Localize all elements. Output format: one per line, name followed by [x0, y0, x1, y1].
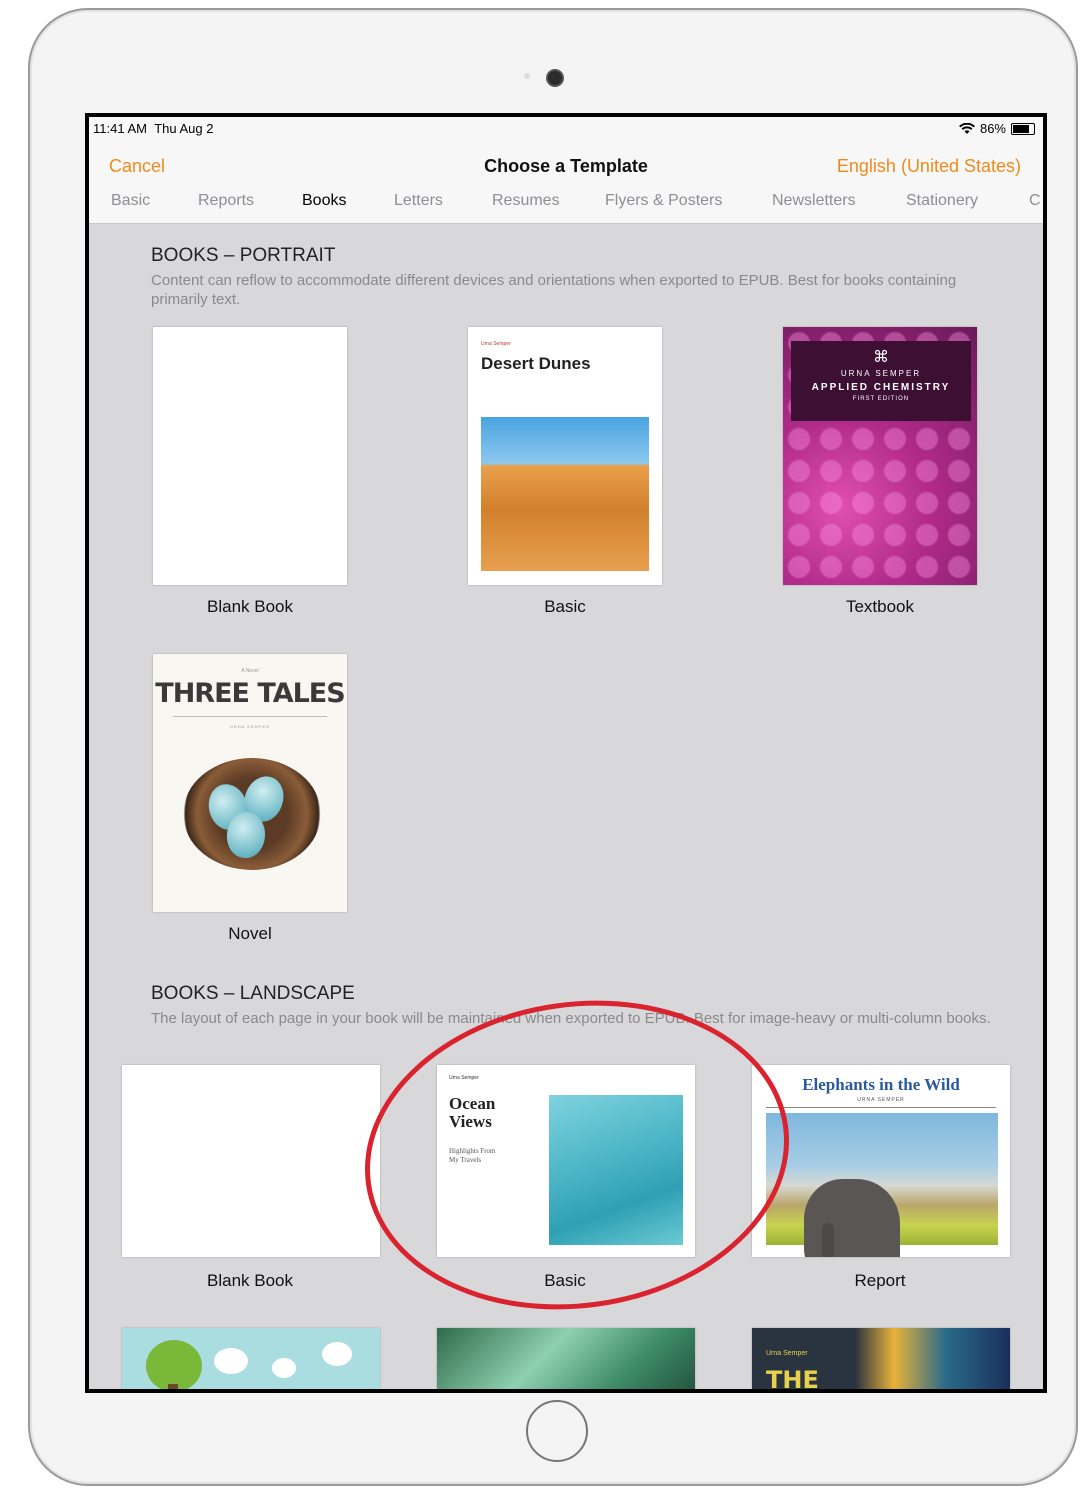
template-novel[interactable]: A Novel THREE TALES URNA SEMPER — [153, 654, 347, 912]
elephant-image — [766, 1113, 998, 1257]
cover-subtitle: A Novel — [241, 668, 259, 674]
status-right: 86% — [958, 121, 1035, 136]
status-bar: 11:41 AM Thu Aug 2 86% — [89, 117, 1043, 141]
flower-shape — [272, 1358, 296, 1378]
sensor-dot — [524, 73, 530, 79]
tab-more[interactable]: C — [1029, 192, 1041, 210]
template-partial-2[interactable] — [437, 1328, 695, 1389]
template-partial-3[interactable]: Urna Semper THE — [752, 1328, 1010, 1393]
status-clock: 11:41 AM — [93, 121, 147, 136]
status-time: 11:41 AM Thu Aug 2 — [93, 121, 213, 136]
tab-stationery[interactable]: Stationery — [906, 192, 978, 210]
template-blank-book-portrait[interactable] — [153, 327, 347, 585]
template-textbook[interactable]: ⌘ URNA SEMPER APPLIED CHEMISTRY FIRST ED… — [783, 327, 977, 585]
screen: 11:41 AM Thu Aug 2 86% Cancel Choose a T… — [85, 113, 1047, 1393]
flower-shape — [214, 1348, 248, 1374]
cover-divider — [173, 716, 327, 717]
cover-title: Elephants in the Wild — [802, 1075, 960, 1094]
template-label: Novel — [228, 924, 272, 943]
cover-subtitle-line: My Travels — [449, 1156, 482, 1164]
tab-letters[interactable]: Letters — [394, 192, 443, 210]
home-button[interactable] — [526, 1400, 588, 1462]
section-desc-landscape: The layout of each page in your book wil… — [151, 1010, 991, 1027]
cover-title: THREE TALES — [155, 678, 345, 709]
cover-author: URNA SEMPER — [840, 369, 922, 378]
language-button[interactable]: English (United States) — [837, 156, 1021, 177]
template-basic-landscape[interactable]: Urna Semper Ocean Views Highlights From … — [437, 1065, 695, 1257]
battery-icon — [1011, 122, 1035, 135]
cover-edition: FIRST EDITION — [852, 396, 910, 402]
section-title-landscape: BOOKS – LANDSCAPE — [151, 983, 355, 1004]
template-partial-1[interactable] — [122, 1328, 380, 1389]
cover-title: Desert Dunes — [481, 354, 591, 373]
cover-title-line: Ocean — [449, 1094, 496, 1113]
tab-newsletters[interactable]: Newsletters — [772, 192, 856, 210]
cover-subtitle-line: Highlights From — [449, 1147, 496, 1155]
battery-percent: 86% — [979, 121, 1006, 136]
wifi-icon — [958, 122, 975, 134]
elephant-trunk — [822, 1223, 834, 1257]
cover-author: Urna Semper — [449, 1075, 479, 1081]
elephant-shape — [804, 1179, 900, 1257]
tree-trunk — [168, 1384, 178, 1389]
cover-divider — [766, 1107, 996, 1108]
template-blank-book-landscape[interactable] — [122, 1065, 380, 1257]
desert-image — [481, 417, 649, 571]
molecule-icon: ⌘ — [873, 349, 889, 366]
template-label: Basic — [544, 597, 586, 616]
section-desc-portrait: Content can reflow to accommodate differ… — [151, 272, 957, 308]
section-title-portrait: BOOKS – PORTRAIT — [151, 245, 336, 266]
cover-author: URNA SEMPER — [229, 724, 271, 729]
cover-title: APPLIED CHEMISTRY — [811, 382, 951, 393]
template-basic-portrait[interactable]: Urna Semper Desert Dunes — [468, 327, 662, 585]
nav-bar: Cancel Choose a Template English (United… — [89, 141, 1043, 181]
cover-author: Urna Semper — [481, 341, 511, 347]
status-date: Thu Aug 2 — [154, 121, 214, 136]
cover-title: THE — [766, 1366, 819, 1393]
tab-flyers-posters[interactable]: Flyers & Posters — [605, 192, 722, 210]
template-label: Textbook — [845, 597, 915, 616]
cover-title: Ocean Views — [449, 1095, 495, 1131]
cover-subtitle: Highlights From My Travels — [449, 1147, 495, 1165]
template-label: Basic — [544, 1271, 586, 1290]
cover-author: Urna Semper — [766, 1350, 808, 1357]
category-tabs: Basic Reports Books Letters Resumes Flye… — [89, 181, 1043, 224]
template-label: Report — [854, 1271, 906, 1290]
template-label: Blank Book — [207, 597, 293, 616]
tab-resumes[interactable]: Resumes — [492, 192, 560, 210]
cover-author: URNA SEMPER — [857, 1097, 905, 1103]
cover-title-line: Views — [449, 1112, 492, 1131]
tab-reports[interactable]: Reports — [198, 192, 254, 210]
flower-shape — [322, 1342, 352, 1366]
ocean-image — [549, 1095, 683, 1245]
template-report[interactable]: Elephants in the Wild URNA SEMPER — [752, 1065, 1010, 1257]
tab-basic[interactable]: Basic — [111, 192, 150, 210]
tab-books[interactable]: Books — [302, 192, 346, 210]
template-label: Blank Book — [207, 1271, 293, 1290]
cover-title-box: ⌘ URNA SEMPER APPLIED CHEMISTRY FIRST ED… — [791, 341, 971, 421]
front-camera — [546, 69, 564, 87]
